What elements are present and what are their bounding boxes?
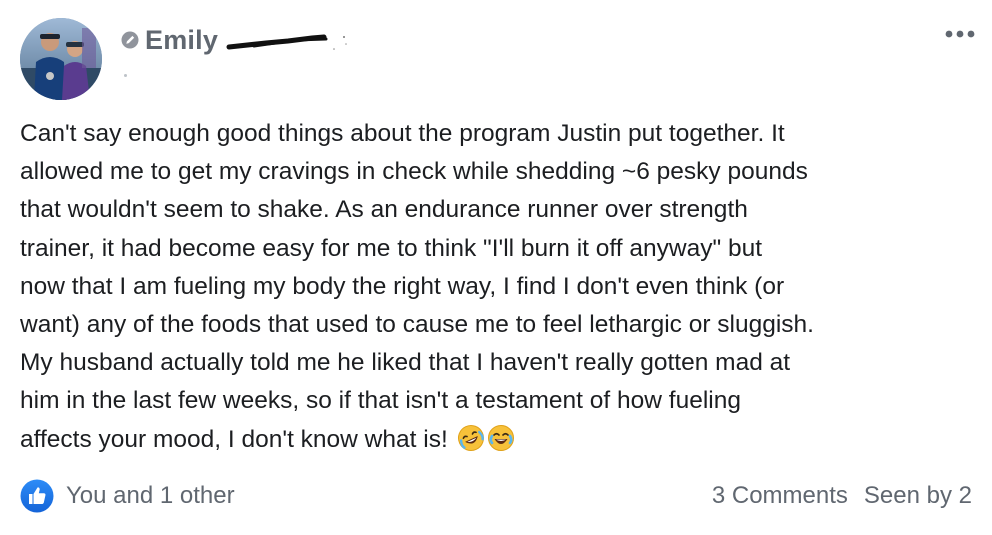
post-text-line: allowed me to get my cravings in check w… bbox=[20, 158, 808, 186]
post-footer: You and 1 other 3 Comments Seen by 2 bbox=[20, 478, 972, 514]
like-icon bbox=[20, 479, 54, 513]
post-meta-dot bbox=[124, 74, 127, 77]
post-text-line: trainer, it had become easy for me to th… bbox=[20, 234, 763, 262]
admin-moderator-icon bbox=[121, 31, 139, 49]
post-text-line: that wouldn't seem to shake. As an endur… bbox=[20, 196, 748, 224]
seen-by-link[interactable]: Seen by 2 bbox=[864, 482, 972, 510]
author-avatar[interactable] bbox=[20, 18, 102, 100]
author-name[interactable]: Emily bbox=[145, 25, 218, 56]
more-options-button[interactable] bbox=[942, 22, 978, 46]
author-row: Emily bbox=[121, 22, 356, 58]
post-text-line: Can't say enough good things about the p… bbox=[20, 120, 785, 147]
more-options-icon bbox=[945, 30, 975, 38]
redacted-surname-mark bbox=[226, 25, 356, 55]
rolling-on-floor-laughing-emoji-icon bbox=[457, 424, 485, 452]
reactions-label: You and 1 other bbox=[66, 482, 235, 509]
post-text-line: affects your mood, I don't know what is! bbox=[20, 425, 448, 453]
reactions-summary[interactable]: You and 1 other bbox=[20, 479, 235, 513]
face-with-tears-of-joy-emoji-icon bbox=[487, 424, 515, 452]
post-text-line: want) any of the foods that used to caus… bbox=[20, 311, 814, 339]
comments-count-link[interactable]: 3 Comments bbox=[712, 482, 848, 510]
post-body-text: Can't say enough good things about the p… bbox=[20, 115, 970, 459]
post-text-line: now that I am fueling my body the right … bbox=[20, 272, 785, 300]
post-text-line: My husband actually told me he liked tha… bbox=[20, 349, 791, 377]
post-text-last-line: affects your mood, I don't know what is! bbox=[20, 421, 970, 459]
post-stats: 3 Comments Seen by 2 bbox=[712, 482, 972, 510]
group-post: Emily Can't say enough good things about… bbox=[0, 0, 992, 535]
post-text-line: him in the last few weeks, so if that is… bbox=[20, 387, 741, 415]
